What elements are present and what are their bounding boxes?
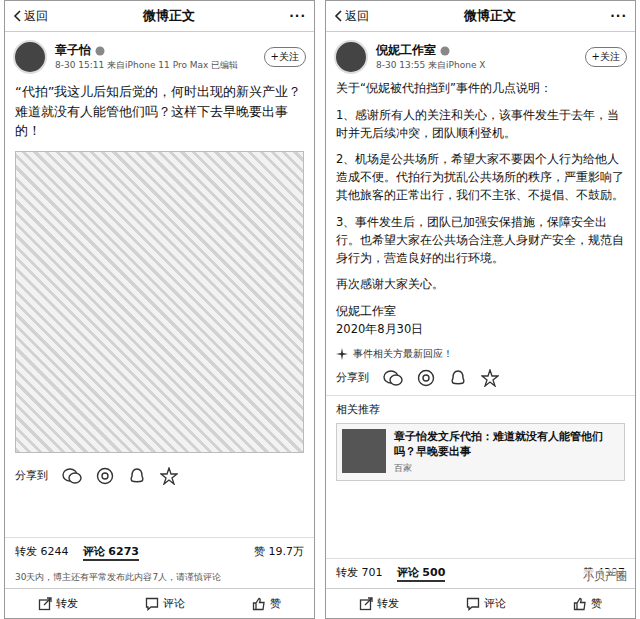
verified-icon [95,46,105,56]
weibo-post-right: 返回 微博正文 ··· 倪妮工作室 8-30 13:55 来自iPhone X … [325,0,636,619]
verified-icon [440,46,450,56]
related-thumbnail [342,429,386,473]
author-name[interactable]: 章子怡 [55,42,91,59]
paragraph: 关于“倪妮被代拍挡到”事件的几点说明： [336,80,625,98]
wechat-icon[interactable] [62,467,82,485]
action-button[interactable]: 转发 [38,596,78,611]
signature-line: 2020年8月30日 [336,321,625,339]
screenshot-pair: 返回 微博正文 ··· 章子怡 8-30 15:11 来自iPhone 11 P… [0,0,640,619]
post-text: “代拍”我这儿后知后觉的，何时出现的新兴产业？难道就没有人能管他们吗？这样下去早… [5,78,314,145]
signature-line: 倪妮工作室 [336,303,625,321]
moments-icon[interactable] [96,467,114,485]
action-bar: 转发 评论 赞 [5,588,314,618]
follow-button[interactable]: +关注 [585,47,627,67]
stat-tab[interactable]: 转发 6244 [15,544,69,561]
notice-text: 30天内，博主还有平常发布此内容7人，请谨慎评论 [5,567,314,588]
sparkle-icon [336,348,348,360]
more-button[interactable]: ··· [289,9,306,23]
related-card[interactable]: 章子怡发文斥代拍：难道就没有人能管他们吗？早晚要出事 百家 [336,423,625,481]
nav-bar: 返回 微博正文 ··· [5,1,314,32]
comment-icon [145,597,159,611]
paragraph: 再次感谢大家关心。 [336,276,625,294]
action-button[interactable]: 评论 [145,596,185,611]
stat-tab[interactable]: 转发 701 [336,565,383,582]
paragraph: 2、机场是公共场所，希望大家不要因个人行为给他人造成不便。代拍行为扰乱公共场所的… [336,151,625,204]
share-row: 分享到 [326,361,635,395]
share-label: 分享到 [15,468,48,483]
paragraph: 1、感谢所有人的关注和关心，该事件发生于去年，当时并无后续冲突，团队顺利登机。 [336,107,625,143]
avatar[interactable] [13,40,47,74]
paragraph: 3、事件发生后，团队已加强安保措施，保障安全出行。也希望大家在公共场合注意人身财… [336,214,625,267]
comment-icon [466,597,480,611]
stat-tab[interactable]: 评论 6273 [83,544,139,561]
weibo-post-left: 返回 微博正文 ··· 章子怡 8-30 15:11 来自iPhone 11 P… [4,0,315,619]
action-button[interactable]: 评论 [466,596,506,611]
repost-icon [359,597,373,611]
event-tag[interactable]: 事件相关方最新回应！ [326,341,635,361]
post-meta: 8-30 15:11 来自iPhone 11 Pro Max 已编辑 [55,59,256,72]
post-meta: 8-30 13:55 来自iPhone X [376,59,577,72]
post-photo[interactable] [15,151,304,453]
page-title: 微博正文 [464,7,516,25]
share-row: 分享到 [5,459,314,493]
related-title: 章子怡发文斥代拍：难道就没有人能管他们吗？早晚要出事 [394,429,619,460]
stats-row: 转发 6244 评论 6273 赞 19.7万 [5,537,314,567]
like-icon [252,597,266,611]
avatar[interactable] [334,40,368,74]
back-button[interactable]: 返回 [13,8,48,25]
stat-tab[interactable]: 评论 500 [397,565,446,582]
follow-button[interactable]: +关注 [264,47,306,67]
action-button[interactable]: 赞 [252,596,281,611]
moments-icon[interactable] [417,369,435,387]
back-button[interactable]: 返回 [334,8,369,25]
stat-tab[interactable]: 赞 19.7万 [254,544,304,561]
author-row: 倪妮工作室 8-30 13:55 来自iPhone X +关注 [326,32,635,78]
author-name[interactable]: 倪妮工作室 [376,42,436,59]
related-heading: 相关推荐 [326,395,635,423]
page-title: 微博正文 [143,7,195,25]
qq-icon[interactable] [128,467,146,485]
action-button[interactable]: 赞 [573,596,602,611]
related-source: 百家 [394,462,619,475]
like-icon [573,597,587,611]
share-label: 分享到 [336,370,369,385]
author-row: 章子怡 8-30 15:11 来自iPhone 11 Pro Max 已编辑 +… [5,32,314,78]
watermark: 小贝产圈 [581,569,629,584]
repost-icon [38,597,52,611]
qzone-icon[interactable] [481,369,499,387]
chevron-left-icon [334,10,342,22]
action-bar: 转发 评论 赞 [326,588,635,618]
more-button[interactable]: ··· [610,9,627,23]
chevron-left-icon [13,10,21,22]
action-button[interactable]: 转发 [359,596,399,611]
nav-bar: 返回 微博正文 ··· [326,1,635,32]
post-text: 关于“倪妮被代拍挡到”事件的几点说明： 1、感谢所有人的关注和关心，该事件发生于去… [326,78,635,341]
qq-icon[interactable] [449,369,467,387]
wechat-icon[interactable] [383,369,403,387]
qzone-icon[interactable] [160,467,178,485]
